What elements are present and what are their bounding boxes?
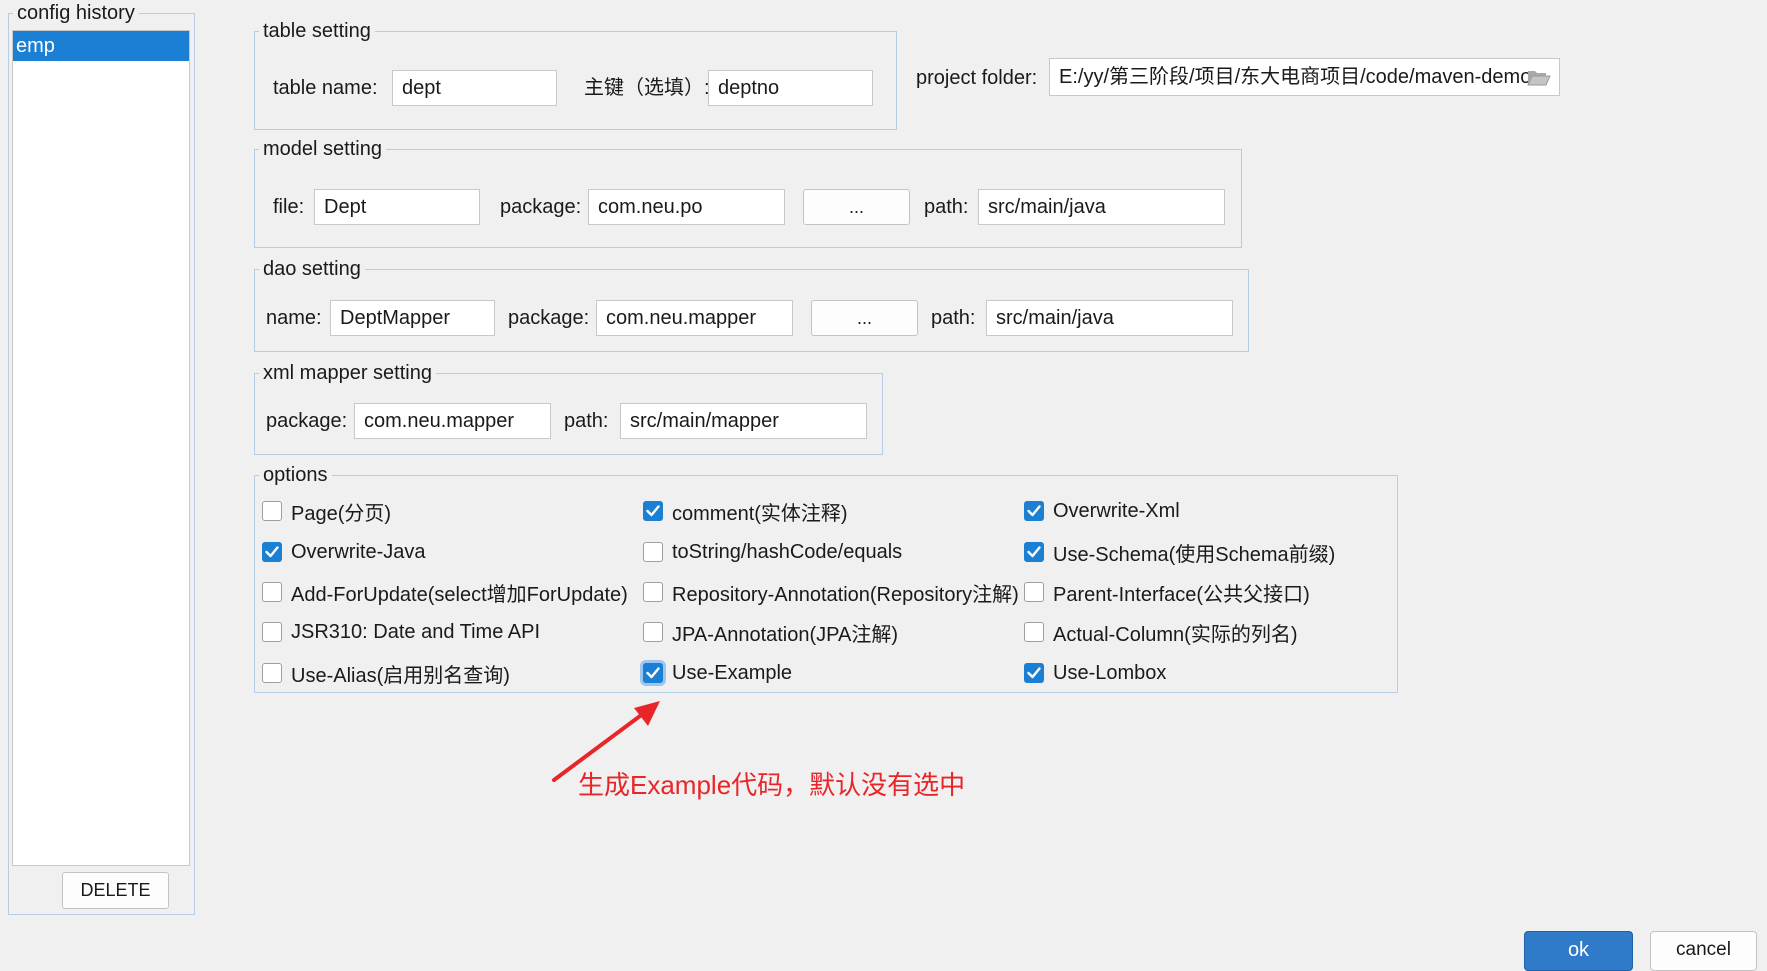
- dao-setting-legend: dao setting: [259, 258, 365, 281]
- option-item[interactable]: Use-Example: [643, 659, 792, 687]
- dao-path-input[interactable]: src/main/java: [986, 300, 1233, 336]
- option-item[interactable]: JPA-Annotation(JPA注解): [643, 618, 898, 646]
- checkbox-unchecked[interactable]: [1024, 622, 1044, 642]
- xml-package-label: package:: [266, 410, 348, 432]
- option-label: Overwrite-Java: [291, 540, 426, 563]
- checkmark-icon: [646, 667, 660, 679]
- dao-package-input[interactable]: com.neu.mapper: [596, 300, 793, 336]
- option-label: Actual-Column(实际的列名): [1053, 623, 1298, 646]
- checkbox-checked[interactable]: [643, 501, 663, 521]
- folder-icon[interactable]: [1527, 68, 1551, 86]
- checkbox-checked[interactable]: [1024, 542, 1044, 562]
- model-file-input[interactable]: Dept: [314, 189, 480, 225]
- project-folder-input[interactable]: E:/yy/第三阶段/项目/东大电商项目/code/maven-demo: [1049, 58, 1560, 96]
- option-label: Add-ForUpdate(select增加ForUpdate): [291, 583, 628, 606]
- model-package-input[interactable]: com.neu.po: [588, 189, 785, 225]
- dao-name-input[interactable]: DeptMapper: [330, 300, 495, 336]
- option-label: Use-Alias(启用别名查询): [291, 664, 510, 687]
- option-item[interactable]: Parent-Interface(公共父接口): [1024, 578, 1310, 606]
- checkbox-checked[interactable]: [643, 663, 663, 683]
- checkbox-unchecked[interactable]: [1024, 582, 1044, 602]
- cancel-button-label: cancel: [1676, 939, 1731, 960]
- primary-key-input[interactable]: deptno: [708, 70, 873, 106]
- option-label: Use-Schema(使用Schema前缀): [1053, 543, 1336, 566]
- dao-package-browse-button[interactable]: ...: [811, 300, 918, 336]
- checkbox-checked[interactable]: [262, 542, 282, 562]
- option-item[interactable]: Overwrite-Xml: [1024, 497, 1180, 525]
- model-path-input[interactable]: src/main/java: [978, 189, 1225, 225]
- table-setting-legend: table setting: [259, 20, 375, 43]
- option-item[interactable]: Add-ForUpdate(select增加ForUpdate): [262, 578, 628, 606]
- checkbox-unchecked[interactable]: [643, 622, 663, 642]
- option-label: Use-Example: [672, 661, 793, 684]
- option-item[interactable]: Actual-Column(实际的列名): [1024, 618, 1297, 646]
- ok-button-label: ok: [1567, 939, 1590, 961]
- checkbox-unchecked[interactable]: [262, 582, 282, 602]
- model-package-browse-button[interactable]: ...: [803, 189, 910, 225]
- dao-name-label: name:: [266, 307, 322, 329]
- dao-path-label: path:: [931, 307, 976, 329]
- option-label: Page(分页): [291, 502, 392, 525]
- project-folder-label: project folder:: [916, 67, 1038, 89]
- cancel-button[interactable]: cancel: [1650, 931, 1757, 971]
- option-label: Use-Lombox: [1053, 661, 1167, 684]
- checkmark-icon: [1027, 505, 1041, 517]
- checkbox-unchecked[interactable]: [643, 582, 663, 602]
- table-name-label: table name:: [273, 77, 378, 99]
- xml-path-input[interactable]: src/main/mapper: [620, 403, 867, 439]
- primary-key-label: 主键（选填）:: [584, 77, 710, 99]
- option-item[interactable]: Repository-Annotation(Repository注解): [643, 578, 1019, 606]
- history-item-emp[interactable]: emp: [13, 31, 189, 61]
- options-legend: options: [259, 464, 332, 487]
- option-label: JSR310: Date and Time API: [291, 620, 541, 643]
- table-name-input[interactable]: dept: [392, 70, 557, 106]
- checkbox-unchecked[interactable]: [262, 501, 282, 521]
- model-package-label: package:: [500, 196, 582, 218]
- project-folder-value: E:/yy/第三阶段/项目/东大电商项目/code/maven-demo: [1059, 66, 1532, 88]
- checkmark-icon: [265, 546, 279, 558]
- model-file-label: file:: [273, 196, 305, 218]
- xml-mapper-setting-legend: xml mapper setting: [259, 362, 436, 385]
- xml-path-label: path:: [564, 410, 609, 432]
- checkbox-checked[interactable]: [1024, 663, 1044, 683]
- checkbox-unchecked[interactable]: [262, 622, 282, 642]
- config-history-list[interactable]: emp: [12, 30, 190, 866]
- checkmark-icon: [1027, 667, 1041, 679]
- delete-button[interactable]: DELETE: [62, 872, 169, 909]
- option-item[interactable]: Use-Alias(启用别名查询): [262, 659, 510, 687]
- config-history-legend: config history: [13, 2, 139, 25]
- history-item-label: emp: [16, 35, 55, 57]
- option-item[interactable]: Overwrite-Java: [262, 538, 425, 566]
- model-setting-legend: model setting: [259, 138, 386, 161]
- option-item[interactable]: Page(分页): [262, 497, 391, 525]
- ok-button[interactable]: ok: [1524, 931, 1633, 971]
- annotation-text: 生成Example代码，默认没有选中: [578, 770, 966, 800]
- option-label: comment(实体注释): [672, 502, 848, 525]
- option-item[interactable]: Use-Lombox: [1024, 659, 1166, 687]
- option-item[interactable]: comment(实体注释): [643, 497, 848, 525]
- option-label: toString/hashCode/equals: [672, 540, 903, 563]
- model-path-label: path:: [924, 196, 969, 218]
- checkbox-checked[interactable]: [1024, 501, 1044, 521]
- option-label: JPA-Annotation(JPA注解): [672, 623, 899, 646]
- checkbox-unchecked[interactable]: [643, 542, 663, 562]
- option-label: Overwrite-Xml: [1053, 499, 1180, 522]
- option-label: Parent-Interface(公共父接口): [1053, 583, 1310, 606]
- dao-package-label: package:: [508, 307, 590, 329]
- option-item[interactable]: JSR310: Date and Time API: [262, 618, 540, 646]
- option-label: Repository-Annotation(Repository注解): [672, 583, 1019, 606]
- checkbox-unchecked[interactable]: [262, 663, 282, 683]
- checkmark-icon: [1027, 546, 1041, 558]
- option-item[interactable]: Use-Schema(使用Schema前缀): [1024, 538, 1335, 566]
- option-item[interactable]: toString/hashCode/equals: [643, 538, 902, 566]
- checkmark-icon: [646, 505, 660, 517]
- xml-package-input[interactable]: com.neu.mapper: [354, 403, 551, 439]
